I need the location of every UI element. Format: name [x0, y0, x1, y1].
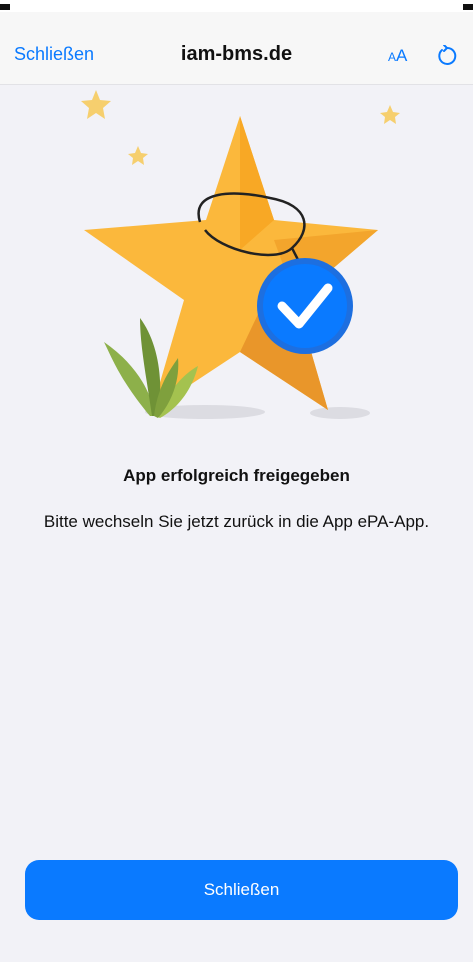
sparkle-star-icon [81, 90, 111, 119]
reload-icon[interactable] [436, 45, 458, 67]
success-illustration [81, 90, 400, 419]
browser-nav-bar: Schließen iam-bms.de AA [0, 12, 473, 85]
text-size-small-glyph: A [388, 50, 397, 64]
status-bar-corner-left [0, 4, 10, 10]
text-size-button[interactable]: AA [388, 46, 407, 66]
status-bar-corner-right [463, 4, 473, 10]
text-size-big-glyph: A [396, 46, 408, 65]
checkmark-badge-icon [257, 258, 353, 354]
sparkle-star-icon [128, 146, 148, 165]
status-bar [0, 0, 473, 12]
sparkle-star-icon [380, 105, 400, 124]
success-heading: App erfolgreich freigegeben [123, 466, 350, 485]
close-button[interactable]: Schließen [25, 860, 458, 920]
success-message: Bitte wechseln Sie jetzt zurück in die A… [43, 512, 430, 531]
